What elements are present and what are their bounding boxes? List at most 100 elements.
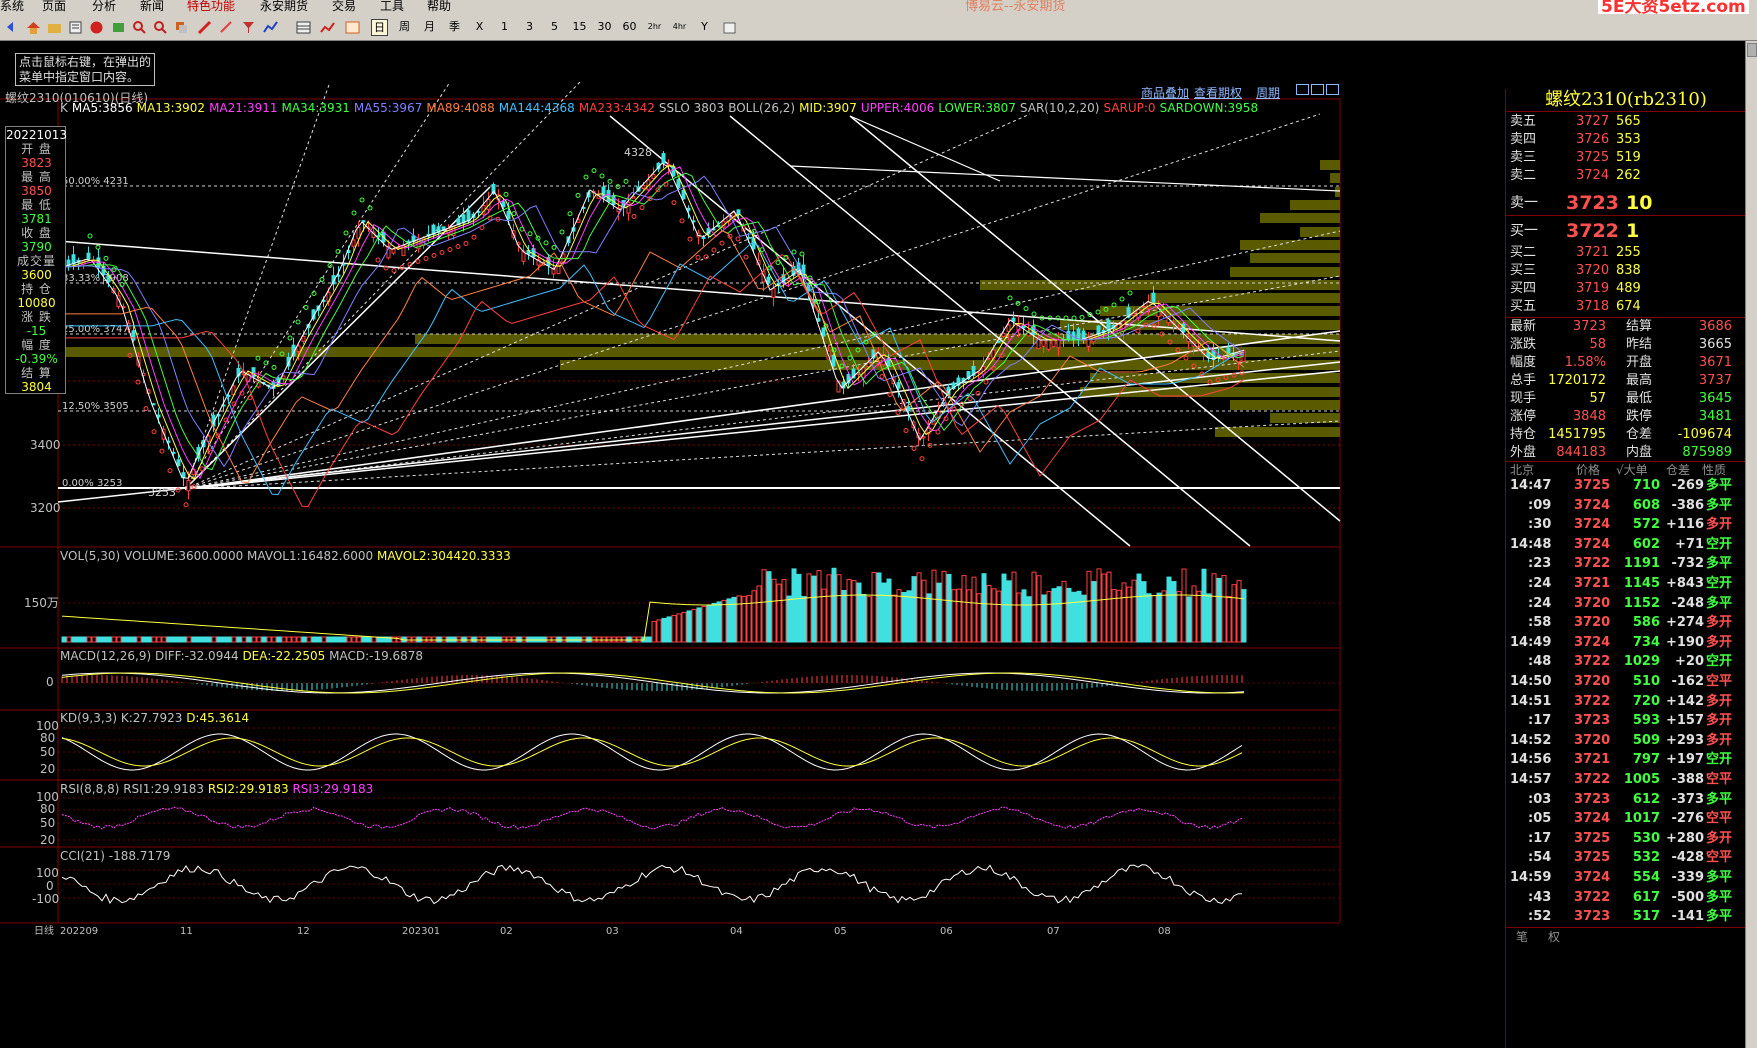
volume-bar: [91, 636, 97, 643]
scrollbar-thumb[interactable]: [1747, 43, 1757, 57]
period-quarter-button[interactable]: 季: [446, 19, 463, 36]
volume-bar: [1151, 594, 1157, 643]
period-30m-button[interactable]: 30: [596, 19, 613, 36]
list-icon[interactable]: [67, 19, 84, 36]
macd-y-tick: 0: [46, 675, 54, 689]
tick-chart-icon[interactable]: [344, 19, 361, 36]
sar-dot: [679, 218, 685, 224]
candle-body: [896, 382, 901, 389]
period-5m-button[interactable]: 5: [546, 19, 563, 36]
folder-icon[interactable]: [46, 19, 63, 36]
sar-dot: [479, 225, 485, 231]
window-max-icon[interactable]: [1326, 84, 1339, 95]
pen-icon[interactable]: [196, 19, 213, 36]
volume-bar: [791, 568, 797, 643]
volume-bar: [226, 636, 232, 643]
stat-label: 最低: [1626, 391, 1653, 406]
chart-canvas[interactable]: 36003400320050.00% 423133.33% 390825.00%…: [0, 41, 1505, 1048]
period-week-button[interactable]: 周: [396, 19, 413, 36]
sar-dot: [575, 192, 581, 198]
volume-bar: [201, 636, 207, 643]
menu-page[interactable]: 页面: [42, 0, 66, 12]
period-15m-button[interactable]: 15: [571, 19, 588, 36]
channel-line: [729, 115, 1251, 547]
back-icon[interactable]: [4, 19, 21, 36]
volume-bar: [336, 636, 342, 643]
period-link[interactable]: 周期: [1256, 84, 1280, 101]
window-restore-icon[interactable]: [1296, 84, 1309, 95]
tick-oi-change: -141: [1671, 909, 1704, 925]
volume-bar: [276, 636, 282, 643]
x-axis-label: 05: [834, 926, 847, 937]
chart-area[interactable]: 36003400320050.00% 423133.33% 390825.00%…: [0, 41, 1505, 1048]
tab-rights[interactable]: 权: [1548, 929, 1560, 945]
ask-volume: 353: [1616, 132, 1641, 147]
window-tile-icon[interactable]: [1311, 84, 1324, 95]
info-icon[interactable]: [88, 19, 105, 36]
filter-icon[interactable]: [240, 19, 257, 36]
menu-yongan[interactable]: 永安期货: [260, 0, 308, 12]
info-value: 3600: [21, 268, 52, 282]
volume-bar: [1161, 590, 1167, 643]
sar-dot: [463, 241, 469, 246]
period-1m-button[interactable]: 1: [496, 19, 513, 36]
candle-body: [181, 472, 186, 479]
volume-bar: [706, 604, 712, 643]
period-month-button[interactable]: 月: [421, 19, 438, 36]
layers-icon[interactable]: [173, 19, 190, 36]
candle-body: [71, 254, 76, 265]
period-4hr-button[interactable]: 4hr: [671, 19, 688, 36]
menu-help[interactable]: 帮助: [427, 0, 451, 12]
grid-icon[interactable]: [295, 19, 312, 36]
scrollbar[interactable]: [1745, 41, 1757, 1048]
x-axis-label: 02: [500, 926, 513, 937]
volume-bar: [886, 578, 892, 643]
volume-bar: [1111, 589, 1117, 643]
volume-bar: [151, 636, 157, 643]
volume-bar: [1056, 586, 1062, 643]
menu-tools[interactable]: 工具: [380, 0, 404, 12]
indicator-value: UPPER:4006: [860, 101, 935, 115]
menu-trade[interactable]: 交易: [332, 0, 356, 12]
menu-system[interactable]: 系统: [0, 0, 24, 12]
info-label: 开 盘: [21, 142, 52, 156]
sar-dot: [183, 502, 189, 508]
candle-body: [296, 345, 301, 352]
period-x-button[interactable]: X: [471, 19, 488, 36]
candle-body: [351, 239, 356, 247]
volume-bar: [291, 636, 297, 643]
line-chart-icon[interactable]: [319, 19, 336, 36]
period-3m-button[interactable]: 3: [521, 19, 538, 36]
menu-news[interactable]: 新闻: [140, 0, 164, 12]
volume-bar: [761, 569, 767, 643]
volume-bar: [321, 636, 327, 643]
sar-dot: [919, 456, 925, 462]
quote-panel-title: 螺纹2310(rb2310): [1545, 89, 1707, 110]
period-60m-button[interactable]: 60: [621, 19, 638, 36]
indicator-icon[interactable]: [262, 19, 279, 36]
period-year-button[interactable]: Y: [696, 19, 713, 36]
menu-analysis[interactable]: 分析: [92, 0, 116, 12]
period-2hr-button[interactable]: 2hr: [646, 19, 663, 36]
volume-bar: [981, 573, 987, 643]
volume-bar: [921, 579, 927, 643]
tab-trades[interactable]: 笔: [1516, 929, 1528, 945]
home-icon[interactable]: [25, 19, 42, 36]
menu-special[interactable]: 特色功能: [187, 0, 235, 12]
period-day-button[interactable]: 日: [371, 19, 388, 36]
stat-value: 3481: [1698, 409, 1732, 424]
sar-dot: [447, 247, 453, 252]
zoom-in-icon[interactable]: [131, 19, 148, 36]
volume-bar: [341, 636, 347, 643]
info-value: -0.39%: [15, 352, 58, 366]
overlay-commodity-link[interactable]: 商品叠加: [1141, 84, 1189, 101]
zoom-out-icon[interactable]: [152, 19, 169, 36]
ask-volume: 519: [1616, 150, 1641, 165]
calendar-icon[interactable]: [721, 19, 738, 36]
window-icon[interactable]: [110, 19, 127, 36]
volume-bar: [671, 614, 677, 643]
draw-icon[interactable]: [218, 19, 235, 36]
volume-bar: [1101, 573, 1107, 643]
volume-title: VOL(5,30) VOLUME:3600.0000 MAVOL1:16482.…: [60, 549, 511, 563]
view-options-link[interactable]: 查看期权: [1194, 84, 1242, 101]
